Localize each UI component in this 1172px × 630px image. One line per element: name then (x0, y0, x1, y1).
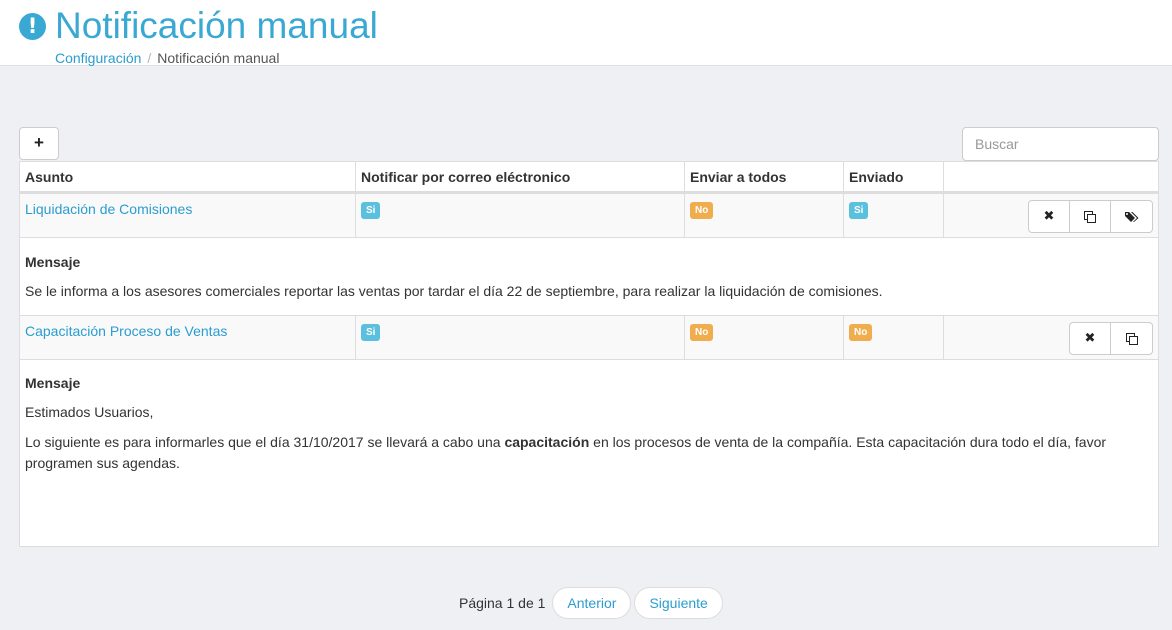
column-header-enviar-todos: Enviar a todos (685, 162, 844, 193)
message-label: Mensaje (25, 254, 81, 270)
send-all-cell: No (685, 316, 844, 359)
actions-cell: ✖ (944, 194, 1158, 237)
message-text-bold: capacitación (504, 434, 590, 450)
notifications-table: Asunto Notificar por correo eléctronico … (19, 161, 1159, 547)
copy-icon (1125, 332, 1138, 345)
status-badge: Si (361, 202, 381, 219)
add-notification-button[interactable]: + (19, 127, 59, 160)
status-badge: No (690, 324, 714, 341)
actions-cell: ✖ (944, 316, 1158, 359)
row-actions: ✖ (1028, 200, 1153, 233)
delete-button[interactable]: ✖ (1029, 201, 1070, 232)
breadcrumb-link-configuracion[interactable]: Configuración (55, 50, 141, 66)
delete-button[interactable]: ✖ (1070, 323, 1111, 354)
notify-email-cell: Si (356, 316, 685, 359)
next-page-button[interactable]: Siguiente (634, 587, 723, 619)
page-header: ! Notificación manual Configuración / Noti… (0, 0, 1172, 66)
sent-cell: No (844, 316, 944, 359)
search-input[interactable] (962, 127, 1159, 161)
sent-cell: Si (844, 194, 944, 237)
status-badge: No (690, 202, 714, 219)
status-badge: No (849, 324, 873, 341)
message-label: Mensaje (25, 375, 81, 391)
message-greeting: Estimados Usuarios, (25, 404, 154, 420)
message-block: Mensaje Se le informa a los asesores com… (25, 252, 1148, 311)
column-header-actions (944, 162, 1158, 193)
breadcrumb: Configuración / Notificación manual (55, 50, 279, 66)
column-header-asunto: Asunto (20, 162, 356, 193)
copy-button[interactable] (1070, 201, 1111, 232)
copy-button[interactable] (1111, 323, 1152, 354)
subject-link[interactable]: Liquidación de Comisiones (25, 201, 192, 217)
message-block: Mensaje Estimados Usuarios, Lo siguiente… (25, 373, 1148, 483)
status-badge: Si (849, 202, 869, 219)
tags-icon (1124, 211, 1138, 222)
breadcrumb-current: Notificación manual (157, 50, 280, 66)
tags-button[interactable] (1111, 201, 1152, 232)
notify-email-cell: Si (356, 194, 685, 237)
column-header-notificar-correo: Notificar por correo eléctronico (356, 162, 685, 193)
message-text: Lo siguiente es para informarles que el … (25, 432, 1148, 474)
breadcrumb-separator: / (147, 50, 152, 66)
message-text-start: Lo siguiente es para informarles que el … (25, 434, 505, 450)
exclamation-circle-icon: ! (19, 13, 46, 40)
pagination: Página 1 de 1 Anterior Siguiente (459, 587, 723, 619)
close-icon: ✖ (1043, 209, 1055, 224)
copy-icon (1084, 210, 1096, 223)
message-text: Se le informa a los asesores comerciales… (25, 283, 883, 299)
subject-cell: Liquidación de Comisiones (20, 194, 356, 237)
previous-page-button[interactable]: Anterior (552, 587, 632, 619)
subject-cell: Capacitación Proceso de Ventas (20, 316, 356, 359)
table-row: Liquidación de Comisiones Si No Si ✖ (20, 193, 1158, 238)
send-all-cell: No (685, 194, 844, 237)
pagination-info: Página 1 de 1 (459, 595, 546, 611)
table-row: Capacitación Proceso de Ventas Si No No … (20, 315, 1158, 360)
status-badge: Si (361, 324, 381, 341)
column-header-enviado: Enviado (844, 162, 944, 193)
subject-link[interactable]: Capacitación Proceso de Ventas (25, 323, 227, 339)
close-icon: ✖ (1084, 331, 1096, 346)
page-title: Notificación manual (55, 5, 378, 46)
row-actions: ✖ (1069, 322, 1153, 355)
